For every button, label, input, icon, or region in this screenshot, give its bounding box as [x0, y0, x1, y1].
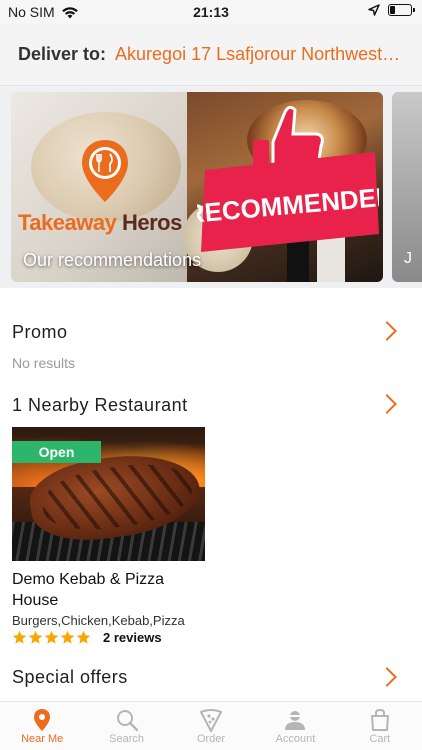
nearby-chevron-icon[interactable] — [377, 394, 397, 414]
search-icon — [116, 710, 138, 732]
promo-chevron-icon[interactable] — [377, 321, 397, 341]
deliver-label: Deliver to: — [18, 44, 107, 64]
rating-row: 2 reviews — [12, 630, 205, 645]
restaurant-cuisine: Burgers,Chicken,Kebab,Pizza — [12, 613, 185, 628]
account-icon — [285, 711, 306, 730]
tab-bar: Near Me Search Order Account Cart — [0, 701, 422, 750]
brand-logo-part1: Takeaway — [18, 210, 117, 235]
tab-order[interactable]: Order — [169, 702, 253, 750]
star-icon — [44, 630, 59, 644]
tab-search[interactable]: Search — [84, 702, 168, 750]
star-icon — [60, 630, 75, 644]
status-time: 21:13 — [193, 4, 229, 20]
tab-cart[interactable]: Cart — [338, 702, 422, 750]
star-icon — [76, 630, 91, 644]
promo-title: Promo — [12, 322, 68, 342]
tab-label: Order — [196, 733, 226, 745]
restaurant-name[interactable]: Demo Kebab & Pizza House — [12, 569, 205, 611]
banner-carousel: Takeaway Heros RECOMMENDED Our recommend… — [0, 86, 422, 288]
bag-icon — [370, 708, 389, 731]
next-banner-peek[interactable]: J — [392, 92, 422, 282]
deliver-address[interactable]: Akuregoi 17 Lsafjorour Northwestern Regi… — [115, 44, 410, 65]
star-icon — [28, 630, 43, 644]
tab-label: Account — [275, 733, 316, 745]
tab-label: Near Me — [21, 733, 64, 745]
reviews-count: 2 reviews — [103, 630, 162, 645]
battery-icon — [388, 4, 415, 16]
brand-logo-part2: Heros — [116, 210, 182, 235]
battery-level — [390, 6, 395, 14]
location-arrow-icon — [368, 4, 380, 16]
tab-label: Cart — [369, 733, 391, 745]
recommendations-banner[interactable]: Takeaway Heros RECOMMENDED Our recommend… — [11, 92, 383, 282]
restaurant-image[interactable]: Open — [12, 427, 205, 561]
star-rating — [12, 630, 91, 645]
tab-label: Search — [109, 733, 145, 745]
nearby-title: 1 Nearby Restaurant — [12, 395, 188, 415]
recommended-ribbon: RECOMMENDED — [197, 152, 379, 252]
takeaway-heros-logo-icon — [82, 140, 128, 202]
tab-account[interactable]: Account — [253, 702, 337, 750]
restaurant-card[interactable]: Open Demo Kebab & Pizza House Burgers,Ch… — [12, 427, 205, 645]
location-pin-icon — [34, 709, 51, 731]
promo-empty-text: No results — [12, 355, 76, 371]
status-bar: No SIM 21:13 — [0, 0, 422, 24]
special-offers-title: Special offers — [12, 667, 128, 687]
deliver-bar[interactable]: Deliver to: Akuregoi 17 Lsafjorour North… — [0, 24, 422, 86]
star-icon — [12, 630, 27, 644]
next-banner-caption: J — [404, 250, 412, 267]
brand-logo-text: Takeaway Heros — [18, 210, 182, 236]
pizza-icon — [200, 709, 223, 732]
banner-caption: Our recommendations — [23, 250, 202, 270]
status-right — [368, 4, 415, 16]
tab-near-me[interactable]: Near Me — [0, 702, 84, 750]
open-status-badge: Open — [12, 441, 101, 463]
special-offers-chevron-icon[interactable] — [377, 667, 397, 687]
